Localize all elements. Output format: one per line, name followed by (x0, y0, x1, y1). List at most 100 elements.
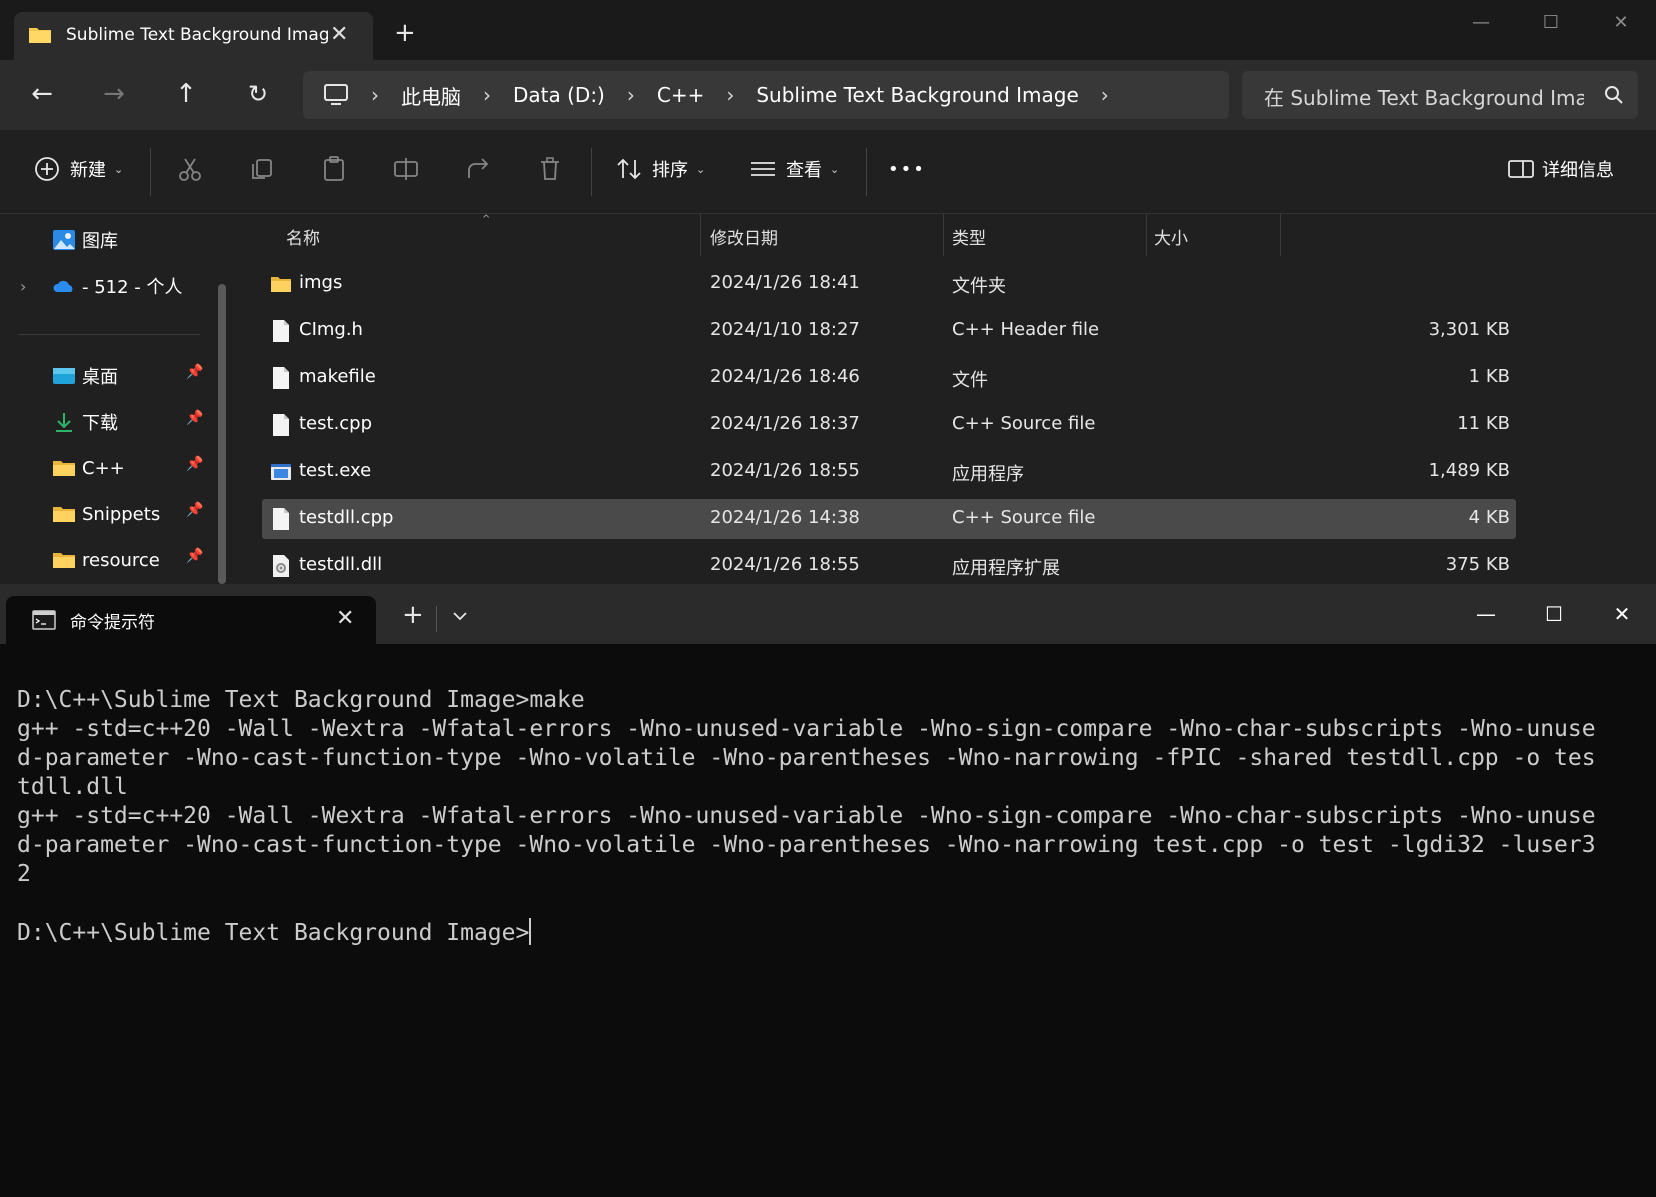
sidebar-item-desktop[interactable]: 桌面 (52, 360, 118, 392)
chevron-down-icon: ⌄ (114, 162, 124, 176)
minimize-button[interactable]: — (1446, 0, 1516, 44)
sidebar-scrollbar[interactable] (218, 284, 226, 584)
more-options-button[interactable]: ••• (888, 148, 926, 190)
file-row[interactable]: test.cpp 2024/1/26 18:37 C++ Source file… (262, 405, 1516, 445)
file-row[interactable]: CImg.h 2024/1/10 18:27 C++ Header file 3… (262, 311, 1516, 351)
file-date: 2024/1/26 18:55 (710, 460, 860, 481)
trash-icon (541, 157, 559, 180)
sidebar-item-label: - 512 - 个人 (82, 277, 183, 298)
sidebar-item-label: 图库 (82, 231, 118, 252)
sidebar-item-label: Snippets (82, 503, 161, 525)
delete-button[interactable] (533, 148, 567, 190)
rename-button[interactable] (389, 148, 423, 190)
paste-button[interactable] (317, 148, 351, 190)
desktop-icon (53, 368, 75, 384)
file-type: 应用程序扩展 (952, 558, 1060, 579)
details-label: 详细信息 (1542, 160, 1614, 181)
close-window-button[interactable]: ✕ (1586, 0, 1656, 44)
file-row[interactable]: test.exe 2024/1/26 18:55 应用程序 1,489 KB (262, 452, 1516, 492)
sidebar-item-cpp[interactable]: C++ (52, 452, 125, 484)
file-type: 应用程序 (952, 464, 1024, 485)
pin-icon[interactable]: 📌 (186, 502, 203, 518)
breadcrumb-cpp[interactable]: C++ (657, 83, 704, 107)
column-header-type[interactable]: 类型 (952, 224, 986, 249)
close-tab-icon[interactable]: ✕ (330, 22, 348, 47)
chevron-right-icon[interactable]: › (20, 277, 52, 296)
up-arrow-icon[interactable]: ↑ (168, 76, 204, 112)
cut-button[interactable] (173, 148, 207, 190)
new-tab-button[interactable]: + (394, 20, 416, 46)
pin-icon[interactable]: 📌 (186, 364, 203, 380)
column-divider[interactable] (1280, 214, 1281, 256)
back-arrow-icon[interactable]: ← (24, 76, 60, 112)
pin-icon[interactable]: 📌 (186, 548, 203, 564)
sort-button[interactable]: 排序 ⌄ (612, 148, 705, 190)
text-cursor (529, 918, 532, 945)
refresh-icon[interactable]: ↻ (240, 76, 276, 112)
sidebar-item-resource[interactable]: resource (52, 544, 160, 576)
list-view-icon (751, 162, 775, 176)
file-size: 1,489 KB (1428, 460, 1510, 481)
sidebar-item-gallery[interactable]: 图库 (52, 224, 118, 256)
file-name: test.exe (299, 460, 372, 481)
column-divider[interactable] (700, 214, 701, 256)
pin-icon[interactable]: 📌 (186, 456, 203, 472)
column-header-name[interactable]: 名称 (286, 224, 320, 249)
chevron-right-icon[interactable]: › (726, 83, 734, 107)
tab-title: 命令提示符 (70, 613, 155, 633)
share-icon (468, 158, 489, 178)
share-button[interactable] (461, 148, 495, 190)
terminal-line: d-parameter -Wno-cast-function-type -Wno… (17, 745, 1596, 771)
exe-icon (271, 464, 291, 480)
chevron-right-icon[interactable]: › (483, 83, 491, 107)
maximize-button[interactable]: ☐ (1520, 584, 1588, 644)
divider (866, 148, 867, 196)
divider (591, 148, 592, 196)
details-pane-button[interactable]: 详细信息 (1504, 148, 1614, 190)
file-date: 2024/1/26 14:38 (710, 507, 860, 528)
terminal-tab[interactable]: 命令提示符 ✕ (6, 596, 376, 644)
file-row[interactable]: makefile 2024/1/26 18:46 文件 1 KB (262, 358, 1516, 398)
column-header-date[interactable]: 修改日期 (710, 224, 778, 249)
sidebar-item-label: resource (82, 549, 160, 571)
pin-icon[interactable]: 📌 (186, 410, 203, 426)
sidebar-item-snippets[interactable]: Snippets (52, 498, 160, 530)
breadcrumb-this-pc[interactable]: 此电脑 (401, 81, 461, 110)
sidebar-item-onedrive[interactable]: › - 512 - 个人 (20, 270, 183, 302)
divider (436, 606, 437, 632)
search-placeholder: 在 Sublime Text Background Image 中搜索 (1264, 86, 1584, 110)
terminal-output[interactable]: D:\C++\Sublime Text Background Image>mak… (17, 686, 1637, 947)
chevron-right-icon[interactable]: › (1101, 83, 1109, 107)
sidebar-item-downloads[interactable]: 下载 (52, 406, 118, 438)
file-row[interactable]: testdll.dll 2024/1/26 18:55 应用程序扩展 375 K… (262, 546, 1516, 586)
column-header-size[interactable]: 大小 (1154, 224, 1188, 249)
file-row-selected[interactable]: testdll.cpp 2024/1/26 14:38 C++ Source f… (262, 499, 1516, 539)
tab-title: Sublime Text Background Image (66, 25, 328, 45)
explorer-titlebar: Sublime Text Background Image ✕ + — ☐ ✕ (0, 0, 1656, 60)
copy-button[interactable] (245, 148, 279, 190)
new-tab-button[interactable]: + (402, 602, 424, 628)
explorer-tab[interactable]: Sublime Text Background Image ✕ (14, 12, 373, 60)
column-divider[interactable] (943, 214, 944, 256)
close-window-button[interactable]: ✕ (1588, 584, 1656, 644)
search-box[interactable]: 在 Sublime Text Background Image 中搜索 (1242, 71, 1638, 119)
breadcrumb-drive[interactable]: Data (D:) (513, 83, 605, 107)
terminal-prompt-line[interactable]: D:\C++\Sublime Text Background Image> (17, 918, 1637, 947)
view-button[interactable]: 查看 ⌄ (746, 148, 839, 190)
new-button[interactable]: 新建 ⌄ (30, 148, 123, 190)
chevron-right-icon[interactable]: › (627, 83, 635, 107)
forward-arrow-icon[interactable]: → (96, 76, 132, 112)
chevron-down-icon[interactable] (450, 606, 470, 626)
breadcrumb-current-folder[interactable]: Sublime Text Background Image (756, 83, 1078, 107)
new-label: 新建 (70, 160, 106, 181)
file-row[interactable]: imgs 2024/1/26 18:41 文件夹 (262, 264, 1516, 304)
address-bar[interactable]: › 此电脑 › Data (D:) › C++ › Sublime Text B… (303, 71, 1229, 119)
minimize-button[interactable]: — (1452, 584, 1520, 644)
clipboard-icon (324, 156, 344, 181)
sort-indicator-icon: ^ (482, 214, 491, 225)
file-size: 375 KB (1445, 554, 1510, 575)
column-divider[interactable] (1146, 214, 1147, 256)
folder-icon (29, 28, 51, 43)
maximize-button[interactable]: ☐ (1516, 0, 1586, 44)
close-tab-icon[interactable]: ✕ (336, 606, 354, 631)
